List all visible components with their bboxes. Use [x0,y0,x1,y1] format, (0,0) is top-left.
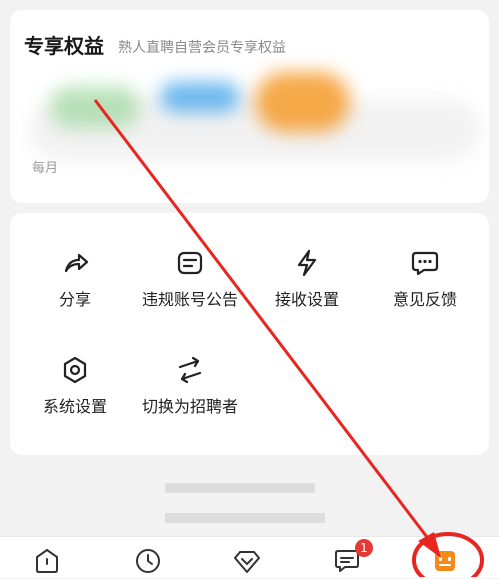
benefits-title: 专享权益 [24,34,104,58]
blurred-footer-line [165,513,325,523]
nav-profile[interactable] [431,547,463,577]
blurred-footer-line [165,483,315,493]
switch-to-recruiter-label: 切换为招聘者 [141,397,238,416]
share-label: 分享 [58,290,91,309]
switch-to-recruiter-button[interactable]: 切换为招聘者 [130,355,250,417]
clock-icon [136,549,160,573]
feedback-label: 意见反馈 [392,290,457,309]
lightning-icon [297,249,317,277]
violation-notice-button[interactable]: 违规账号公告 [130,248,250,310]
unread-badge: 1 [355,539,373,557]
tools-card: 分享 违规账号公告 接收设置 意见反馈 系统设置 切换为招聘者 [10,213,489,455]
system-settings-button[interactable]: 系统设置 [15,355,135,417]
bottom-navigation: 1 [0,536,499,578]
share-button[interactable]: 分享 [15,248,135,310]
share-icon [64,253,89,273]
switch-arrows-icon [178,356,202,384]
blurred-benefit-blue [160,82,240,112]
blurred-benefit-green [50,86,140,128]
violation-notice-label: 违规账号公告 [141,290,238,309]
blurred-benefit-orange [255,72,350,132]
nav-history[interactable] [134,547,166,577]
profile-icon [435,551,455,571]
receive-settings-label: 接收设置 [274,290,339,309]
notice-icon [177,251,203,275]
settings-hexagon-icon [63,356,87,384]
system-settings-label: 系统设置 [42,397,107,416]
home-icon [36,548,58,573]
nav-messages[interactable]: 1 [333,539,373,577]
nav-home[interactable] [33,547,65,577]
diamond-icon [234,551,260,573]
feedback-button[interactable]: 意见反馈 [365,248,485,310]
nav-discover[interactable] [233,547,265,577]
benefits-subtitle: 熟人直聘自营会员专享权益 [118,40,286,56]
feedback-icon [411,251,439,276]
benefit-footnote: 每月 [32,161,59,176]
receive-settings-button[interactable]: 接收设置 [247,248,367,310]
benefits-card[interactable]: 专享权益 熟人直聘自营会员专享权益 每月 [10,10,489,203]
